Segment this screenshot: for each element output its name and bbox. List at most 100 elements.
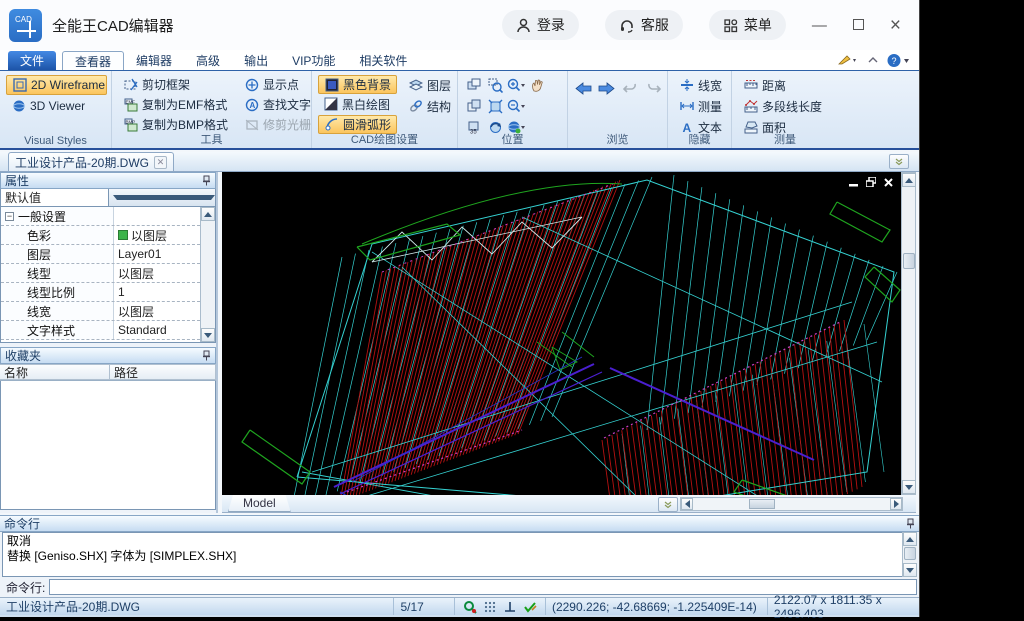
tab-vip[interactable]: VIP功能 (280, 51, 347, 70)
back-arrow-icon[interactable] (574, 79, 593, 97)
properties-scrollbar[interactable] (200, 207, 215, 342)
group-visual-styles: 2D Wireframe 3D Viewer Visual Styles (0, 71, 112, 148)
layers-button[interactable]: 图层 (403, 75, 456, 95)
property-row[interactable]: 线型 以图层 (1, 264, 200, 283)
tab-advanced[interactable]: 高级 (184, 51, 232, 70)
viewports-icon[interactable] (465, 77, 484, 95)
property-row[interactable]: 图层 Layer01 (1, 245, 200, 264)
layers-icon (408, 78, 423, 93)
command-scrollbar[interactable] (902, 532, 917, 577)
scroll-up-icon[interactable] (902, 173, 916, 187)
tab-related[interactable]: 相关软件 (347, 51, 419, 70)
drawing-canvas[interactable] (222, 172, 901, 495)
zoom-in-icon[interactable] (507, 77, 526, 95)
black-background-button[interactable]: 黑色背景 (318, 75, 397, 94)
status-bar: 工业设计产品-20期.DWG 5/17 (2290.226; -42.68669… (0, 597, 919, 615)
app-logo-icon: CAD (9, 9, 42, 42)
column-name[interactable]: 名称 (0, 364, 110, 380)
property-row[interactable]: 文字样式 Standard (1, 321, 200, 340)
status-page-indicator: 5/17 (394, 598, 454, 615)
measure-toggle-button[interactable]: 测量 (674, 96, 727, 116)
zoom-out-icon[interactable] (507, 98, 526, 116)
scroll-down-icon[interactable] (902, 480, 916, 494)
track-point-icon[interactable] (463, 600, 477, 614)
preset-dropdown[interactable]: 默认值 (0, 189, 216, 207)
scroll-down-icon[interactable] (903, 563, 917, 577)
collapse-icon[interactable]: − (5, 212, 14, 221)
scroll-thumb[interactable] (904, 547, 916, 560)
wireframe-drawing (222, 172, 901, 495)
find-text-button[interactable]: A 查找文字 (239, 95, 316, 114)
close-button[interactable]: × (890, 16, 901, 35)
app-window: CAD 全能王CAD编辑器 登录 客服 菜单 — × 文件 查看器 编辑器 高级… (0, 0, 920, 617)
forward-arrow-icon[interactable] (598, 79, 617, 97)
scroll-right-icon[interactable] (890, 498, 902, 510)
tab-output[interactable]: 输出 (232, 51, 280, 70)
document-tab[interactable]: 工业设计产品-20期.DWG ✕ (8, 152, 174, 171)
property-row[interactable]: 色彩 以图层 (1, 226, 200, 245)
tab-overflow-icon[interactable] (889, 154, 909, 169)
show-points-icon (244, 77, 259, 92)
login-button[interactable]: 登录 (502, 10, 579, 40)
bw-drawing-button[interactable]: 黑白绘图 (318, 95, 397, 114)
maximize-button[interactable] (853, 18, 864, 33)
clip-frame-button[interactable]: 剪切框架 (118, 75, 233, 94)
customer-service-button[interactable]: 客服 (605, 10, 683, 40)
osnap-icon[interactable] (523, 601, 537, 613)
viewport-vscrollbar[interactable] (901, 172, 916, 495)
linewidth-button[interactable]: 线宽 (674, 75, 727, 95)
scroll-up-icon[interactable] (903, 532, 917, 546)
menu-button[interactable]: 菜单 (709, 10, 786, 40)
3d-viewer-button[interactable]: 3D Viewer (6, 96, 107, 116)
grid-snap-icon[interactable] (484, 601, 497, 613)
model-tab[interactable]: Model (228, 495, 291, 512)
polyline-length-button[interactable]: 多段线长度 (738, 96, 834, 116)
favorites-list[interactable] (0, 381, 216, 510)
structure-button[interactable]: 结构 (403, 96, 456, 116)
copy-view-icon[interactable] (465, 98, 484, 116)
copy-bmp-icon: BMP (123, 117, 138, 132)
pin-icon[interactable] (202, 175, 211, 186)
pin-icon[interactable] (202, 350, 211, 361)
document-close-icon[interactable]: ✕ (154, 156, 167, 169)
scroll-down-icon[interactable] (201, 328, 215, 342)
property-group-row[interactable]: −一般设置 (1, 207, 200, 226)
dropdown-arrow-icon[interactable] (108, 189, 216, 206)
viewport-hscrollbar[interactable] (680, 497, 903, 511)
viewport-close-icon[interactable] (884, 177, 893, 187)
show-points-button[interactable]: 显示点 (239, 75, 316, 94)
copy-emf-button[interactable]: EMF 复制为EMF格式 (118, 95, 233, 114)
redo-icon[interactable] (645, 79, 664, 97)
layout-overflow-icon[interactable] (658, 497, 678, 512)
2d-wireframe-button[interactable]: 2D Wireframe (6, 75, 107, 95)
ortho-icon[interactable] (504, 601, 516, 613)
scroll-thumb[interactable] (749, 499, 775, 509)
viewport-restore-icon[interactable] (866, 177, 876, 187)
pan-hand-icon[interactable] (528, 77, 547, 95)
pin-icon[interactable] (906, 518, 915, 529)
tab-file[interactable]: 文件 (8, 51, 56, 70)
tab-editor[interactable]: 编辑器 (124, 51, 184, 70)
distance-button[interactable]: 距离 (738, 75, 834, 95)
undo-icon[interactable] (621, 79, 640, 97)
column-path[interactable]: 路径 (110, 364, 216, 380)
properties-panel: 属性 默认值 −一般设置 色彩 以图层 图 (0, 172, 216, 343)
property-row[interactable]: 线宽 以图层 (1, 302, 200, 321)
property-row[interactable]: 线型比例 1 (1, 283, 200, 302)
zoom-extents-icon[interactable] (486, 98, 505, 116)
help-icon[interactable]: ? (887, 53, 911, 68)
smooth-arc-icon (324, 117, 339, 132)
command-history[interactable]: 取消 替换 [Geniso.SHX] 字体为 [SIMPLEX.SHX] (2, 532, 917, 577)
viewport-minimize-icon[interactable] (849, 177, 858, 187)
scroll-left-icon[interactable] (681, 498, 693, 510)
command-prompt-label: 命令行: (2, 579, 45, 596)
pencil-menu-icon[interactable] (837, 53, 859, 67)
tab-viewer[interactable]: 查看器 (62, 51, 124, 70)
collapse-ribbon-icon[interactable] (868, 56, 878, 64)
scroll-up-icon[interactable] (201, 207, 215, 221)
minimize-button[interactable]: — (812, 18, 827, 33)
grid-menu-icon (723, 18, 738, 33)
scroll-thumb[interactable] (903, 253, 915, 269)
zoom-window-icon[interactable] (486, 77, 505, 95)
color-swatch (118, 230, 128, 240)
